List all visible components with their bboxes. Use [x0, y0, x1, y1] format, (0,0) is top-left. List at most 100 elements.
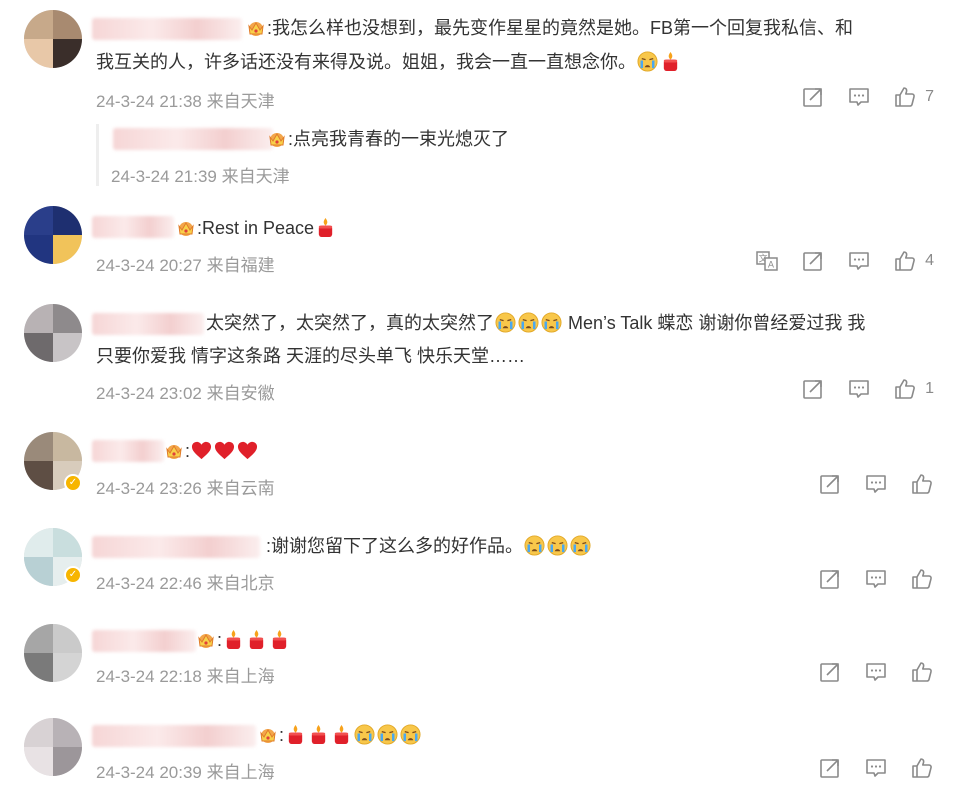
crown-badge-icon	[258, 726, 278, 744]
avatar[interactable]	[24, 718, 82, 776]
comment-button[interactable]	[847, 249, 871, 273]
username[interactable]	[92, 313, 204, 335]
like-button[interactable]: 4	[893, 249, 934, 273]
verified-badge-icon: ✓	[64, 474, 82, 492]
share-icon	[801, 377, 825, 401]
comment-button[interactable]	[847, 377, 871, 401]
comment-text: :我怎么样也没想到，最先变作星星的竟然是她。FB第一个回复我私信、和	[267, 18, 853, 38]
comment-icon	[864, 660, 888, 684]
share-icon	[801, 249, 825, 273]
share-icon	[818, 567, 842, 591]
verified-badge-icon: ✓	[64, 566, 82, 584]
like-button[interactable]: 1	[893, 377, 934, 401]
username[interactable]	[92, 725, 256, 747]
like-count: 7	[925, 88, 934, 105]
comment-icon	[864, 472, 888, 496]
candle-emoji	[660, 51, 681, 72]
like-button[interactable]	[910, 660, 934, 684]
heart-emoji	[214, 440, 235, 461]
comment-text: 太突然了，太突然了，真的太突然了	[206, 313, 494, 333]
comment-button[interactable]	[847, 85, 871, 109]
comment-text: :谢谢您留下了这么多的好作品。	[266, 536, 523, 556]
like-button[interactable]	[910, 756, 934, 780]
like-button[interactable]: 7	[893, 85, 934, 109]
reply-item: :点亮我青春的一束光熄灭了 24-3-24 21:39 来自天津	[96, 124, 929, 186]
candle-emoji	[308, 724, 329, 745]
reply-text: :点亮我青春的一束光熄灭了	[288, 129, 509, 149]
candle-emoji	[315, 217, 336, 238]
share-icon	[818, 756, 842, 780]
comment-meta: 24-3-24 22:46 来自北京	[96, 574, 275, 593]
crying-emoji	[400, 724, 421, 745]
comment-button[interactable]	[864, 660, 888, 684]
crown-badge-icon	[164, 442, 184, 460]
username[interactable]	[92, 440, 164, 462]
translate-icon	[755, 249, 779, 273]
like-button[interactable]	[910, 472, 934, 496]
comment-icon	[847, 85, 871, 109]
crying-emoji	[524, 535, 545, 556]
share-icon	[801, 85, 825, 109]
like-count: 4	[925, 252, 934, 269]
avatar[interactable]	[24, 10, 82, 68]
share-icon	[818, 660, 842, 684]
comment-text: :	[185, 441, 191, 461]
comment-button[interactable]	[864, 567, 888, 591]
comment-meta: 24-3-24 20:27 来自福建	[96, 256, 275, 275]
comment-meta: 24-3-24 20:39 来自上海	[96, 763, 275, 782]
comment-button[interactable]	[864, 756, 888, 780]
translate-button[interactable]	[755, 249, 779, 273]
reply-username[interactable]	[113, 128, 273, 150]
share-button[interactable]	[801, 377, 825, 401]
candle-emoji	[246, 629, 267, 650]
thumbs-up-icon	[910, 567, 934, 591]
avatar[interactable]	[24, 304, 82, 362]
comment-meta: 24-3-24 23:26 来自云南	[96, 479, 275, 498]
share-button[interactable]	[801, 249, 825, 273]
crying-emoji	[377, 724, 398, 745]
thumbs-up-icon	[910, 660, 934, 684]
share-button[interactable]	[801, 85, 825, 109]
share-button[interactable]	[818, 567, 842, 591]
reply-meta: 24-3-24 21:39 来自天津	[111, 167, 290, 186]
username[interactable]	[92, 536, 260, 558]
thumbs-up-icon	[893, 85, 917, 109]
comment-meta: 24-3-24 22:18 来自上海	[96, 667, 275, 686]
share-button[interactable]	[818, 660, 842, 684]
comment-text: 只要你爱我 情字这条路 天涯的尽头单飞 快乐天堂……	[96, 346, 526, 366]
comment-meta: 24-3-24 23:02 来自安徽	[96, 384, 275, 403]
thumbs-up-icon	[910, 472, 934, 496]
comment-text: :	[217, 630, 223, 650]
crown-badge-icon	[196, 631, 216, 649]
avatar[interactable]	[24, 624, 82, 682]
username[interactable]	[92, 630, 196, 652]
comment-button[interactable]	[864, 472, 888, 496]
like-button[interactable]	[910, 567, 934, 591]
comment-text: :Rest in Peace	[197, 218, 315, 238]
thumbs-up-icon	[910, 756, 934, 780]
share-button[interactable]	[818, 756, 842, 780]
crying-emoji	[354, 724, 375, 745]
candle-emoji	[269, 629, 290, 650]
avatar[interactable]	[24, 206, 82, 264]
heart-emoji	[237, 440, 258, 461]
crying-emoji	[570, 535, 591, 556]
username[interactable]	[92, 18, 242, 40]
crown-badge-icon	[246, 19, 266, 37]
crying-emoji	[547, 535, 568, 556]
comment-text: 我互关的人，许多话还没有来得及说。姐姐，我会一直一直想念你。	[96, 52, 636, 72]
crying-emoji	[541, 312, 562, 333]
thumbs-up-icon	[893, 249, 917, 273]
comment-meta: 24-3-24 21:38 来自天津	[96, 92, 275, 111]
candle-emoji	[331, 724, 352, 745]
username[interactable]	[92, 216, 174, 238]
crying-emoji	[518, 312, 539, 333]
thumbs-up-icon	[893, 377, 917, 401]
comment-icon	[864, 756, 888, 780]
crying-emoji	[637, 51, 658, 72]
share-button[interactable]	[818, 472, 842, 496]
crying-emoji	[495, 312, 516, 333]
candle-emoji	[223, 629, 244, 650]
share-icon	[818, 472, 842, 496]
comment-icon	[864, 567, 888, 591]
